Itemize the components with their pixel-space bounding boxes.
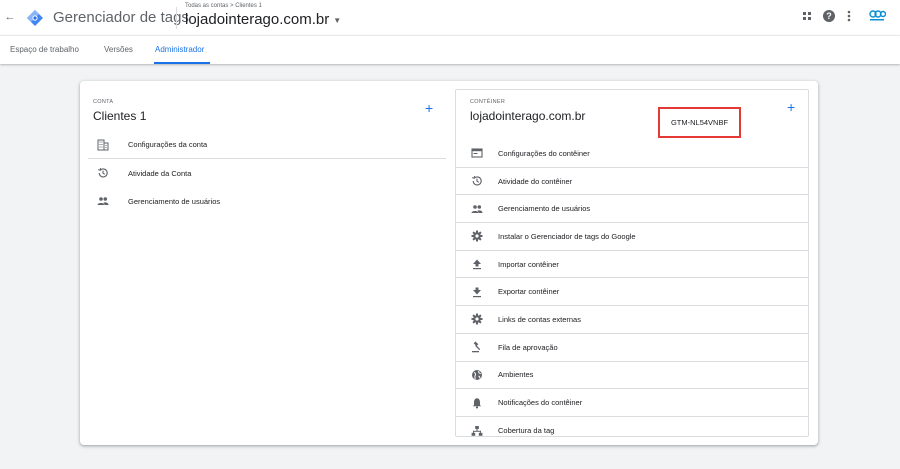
gtm-id-highlight: GTM-NL54VNBF [658,107,741,138]
more-vert-icon[interactable] [842,9,856,23]
account-section-label: CONTA [93,99,114,105]
account-activity-label: Atividade da Conta [128,168,192,178]
container-settings-label: Configurações do contêiner [498,148,590,158]
container-switcher-label: lojadointerago.com.br [185,11,330,28]
container-settings-icon [470,146,484,160]
gtm-container-id[interactable]: GTM-NL54VNBF [671,118,728,127]
approval-queue-label: Fila de aprovação [498,342,558,352]
tab-versions[interactable]: Versões [104,45,133,54]
account-avatar-icon[interactable] [868,9,886,23]
gtm-logo-icon[interactable] [26,9,44,27]
export-container-item[interactable]: Exportar contêiner [456,278,808,307]
add-account-button[interactable]: + [425,101,433,115]
container-user-management-label: Gerenciamento de usuários [498,204,591,214]
container-activity-item[interactable]: Atividade do contêiner [456,168,808,196]
svg-text:?: ? [826,11,832,21]
gear-icon [470,312,484,326]
globe-icon [470,368,484,382]
export-container-label: Exportar contêiner [498,287,560,297]
container-panel: CONTÊINER lojadointerago.com.br GTM-NL54… [455,89,809,437]
help-icon[interactable]: ? [822,9,836,23]
sitemap-icon [470,424,484,438]
account-settings-label: Configurações da conta [128,140,208,149]
import-container-label: Importar contêiner [498,259,559,269]
people-icon [96,194,110,208]
header-divider [176,7,177,29]
environments-label: Ambientes [498,370,534,380]
container-notifications-item[interactable]: Notificações do contêiner [456,389,808,417]
admin-card: CONTA Clientes 1 + Configurações da cont… [80,81,818,445]
container-switcher[interactable]: lojadointerago.com.br ▼ [185,11,341,28]
account-menu: Configurações da conta Atividade da Cont… [88,131,446,215]
active-tab-indicator [154,62,210,64]
building-icon [96,138,110,152]
container-title: lojadointerago.com.br [470,109,586,123]
environments-item[interactable]: Ambientes [456,362,808,390]
external-account-links-item[interactable]: Links de contas externas [456,306,808,334]
account-title: Clientes 1 [93,109,147,123]
history-icon [470,174,484,188]
tab-bar: Espaço de trabalho Versões Administrador [0,35,900,64]
external-account-links-label: Links de contas externas [498,314,581,324]
tag-coverage-label: Cobertura da tag [498,426,555,436]
tab-workspace[interactable]: Espaço de trabalho [10,45,79,54]
gear-icon [470,229,484,243]
apps-grid-icon[interactable] [800,9,814,23]
tab-admin[interactable]: Administrador [155,45,204,54]
bell-icon [470,396,484,410]
history-icon [96,166,110,180]
install-gtm-item[interactable]: Instalar o Gerenciador de tags do Google [456,223,808,251]
container-notifications-label: Notificações do contêiner [498,398,583,408]
add-container-button[interactable]: + [787,100,795,114]
download-icon [470,285,484,299]
approval-queue-item[interactable]: Fila de aprovação [456,334,808,362]
account-settings-item[interactable]: Configurações da conta [88,131,446,159]
people-icon [470,202,484,216]
app-title[interactable]: Gerenciador de tags [53,9,189,26]
container-menu: Configurações do contêiner Atividade do … [456,140,808,445]
container-user-management-item[interactable]: Gerenciamento de usuários [456,195,808,224]
import-container-item[interactable]: Importar contêiner [456,251,808,279]
upload-icon [470,257,484,271]
chevron-down-icon: ▼ [333,15,342,25]
account-activity-item[interactable]: Atividade da Conta [88,159,446,187]
container-activity-label: Atividade do contêiner [498,176,573,186]
gavel-icon [470,340,484,354]
tag-coverage-item[interactable]: Cobertura da tag [456,417,808,445]
top-bar: ← Gerenciador de tags Todas as contas > … [0,0,900,35]
back-arrow-icon[interactable]: ← [4,11,16,23]
install-gtm-label: Instalar o Gerenciador de tags do Google [498,231,636,241]
account-user-management-label: Gerenciamento de usuários [128,196,221,206]
breadcrumb[interactable]: Todas as contas > Clientes 1 [185,3,262,9]
account-user-management-item[interactable]: Gerenciamento de usuários [88,187,446,215]
container-settings-item[interactable]: Configurações do contêiner [456,140,808,168]
container-section-label: CONTÊINER [470,99,506,105]
